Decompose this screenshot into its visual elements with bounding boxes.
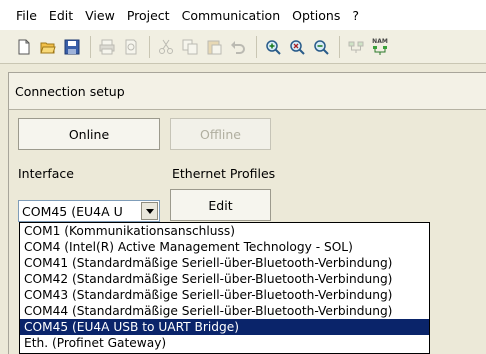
offline-button[interactable]: Offline — [170, 118, 271, 150]
interface-combobox-value: COM45 (EU4A U — [22, 203, 123, 219]
interface-label: Interface — [18, 166, 74, 181]
edit-button[interactable]: Edit — [170, 189, 271, 221]
list-item-selected[interactable]: COM45 (EU4A USB to UART Bridge) — [20, 319, 429, 335]
list-item[interactable]: COM43 (Standardmäßige Seriell-über-Bluet… — [20, 287, 429, 303]
menu-communication[interactable]: Communication — [176, 8, 287, 23]
zoom-fit-icon[interactable] — [287, 37, 307, 57]
print-icon[interactable] — [97, 37, 117, 57]
new-icon[interactable] — [14, 37, 34, 57]
toolbar-separator — [90, 35, 91, 58]
menu-project[interactable]: Project — [121, 8, 176, 23]
network-icon[interactable] — [346, 37, 366, 57]
save-icon[interactable] — [62, 37, 82, 57]
app-window: File Edit View Project Communication Opt… — [0, 0, 486, 354]
list-item[interactable]: COM41 (Standardmäßige Seriell-über-Bluet… — [20, 255, 429, 271]
cut-icon[interactable] — [156, 37, 176, 57]
menu-file[interactable]: File — [10, 8, 43, 23]
interface-dropdown-list: COM1 (Kommunikationsanschluss) COM4 (Int… — [19, 222, 430, 354]
print-preview-icon[interactable] — [121, 37, 141, 57]
menu-options[interactable]: Options — [286, 8, 346, 23]
nam-network-icon[interactable]: NAM — [370, 37, 390, 57]
list-item[interactable]: COM44 (Standardmäßige Seriell-über-Bluet… — [20, 303, 429, 319]
paste-icon[interactable] — [204, 37, 224, 57]
ethernet-profiles-label: Ethernet Profiles — [172, 166, 276, 181]
undo-icon[interactable] — [228, 37, 248, 57]
toolbar: NAM — [0, 30, 486, 64]
open-icon[interactable] — [38, 37, 58, 57]
list-item[interactable]: COM1 (Kommunikationsanschluss) — [20, 223, 429, 239]
interface-combobox[interactable]: COM45 (EU4A U — [18, 200, 160, 222]
toolbar-separator — [256, 35, 257, 58]
menu-help[interactable]: ? — [346, 8, 365, 23]
list-item[interactable]: Eth. (Profinet Gateway) — [20, 335, 429, 351]
zoom-in-icon[interactable] — [263, 37, 283, 57]
chevron-down-icon[interactable] — [141, 202, 158, 220]
toolbar-separator — [149, 35, 150, 58]
menu-bar: File Edit View Project Communication Opt… — [0, 0, 486, 30]
nam-label: NAM — [372, 38, 388, 45]
copy-icon[interactable] — [180, 37, 200, 57]
zoom-out-icon[interactable] — [311, 37, 331, 57]
online-button[interactable]: Online — [18, 118, 160, 150]
list-item[interactable]: COM42 (Standardmäßige Seriell-über-Bluet… — [20, 271, 429, 287]
list-item[interactable]: COM4 (Intel(R) Active Management Technol… — [20, 239, 429, 255]
panel-title: Connection setup — [9, 73, 486, 110]
menu-view[interactable]: View — [79, 8, 121, 23]
toolbar-separator — [339, 35, 340, 58]
menu-edit[interactable]: Edit — [43, 8, 79, 23]
